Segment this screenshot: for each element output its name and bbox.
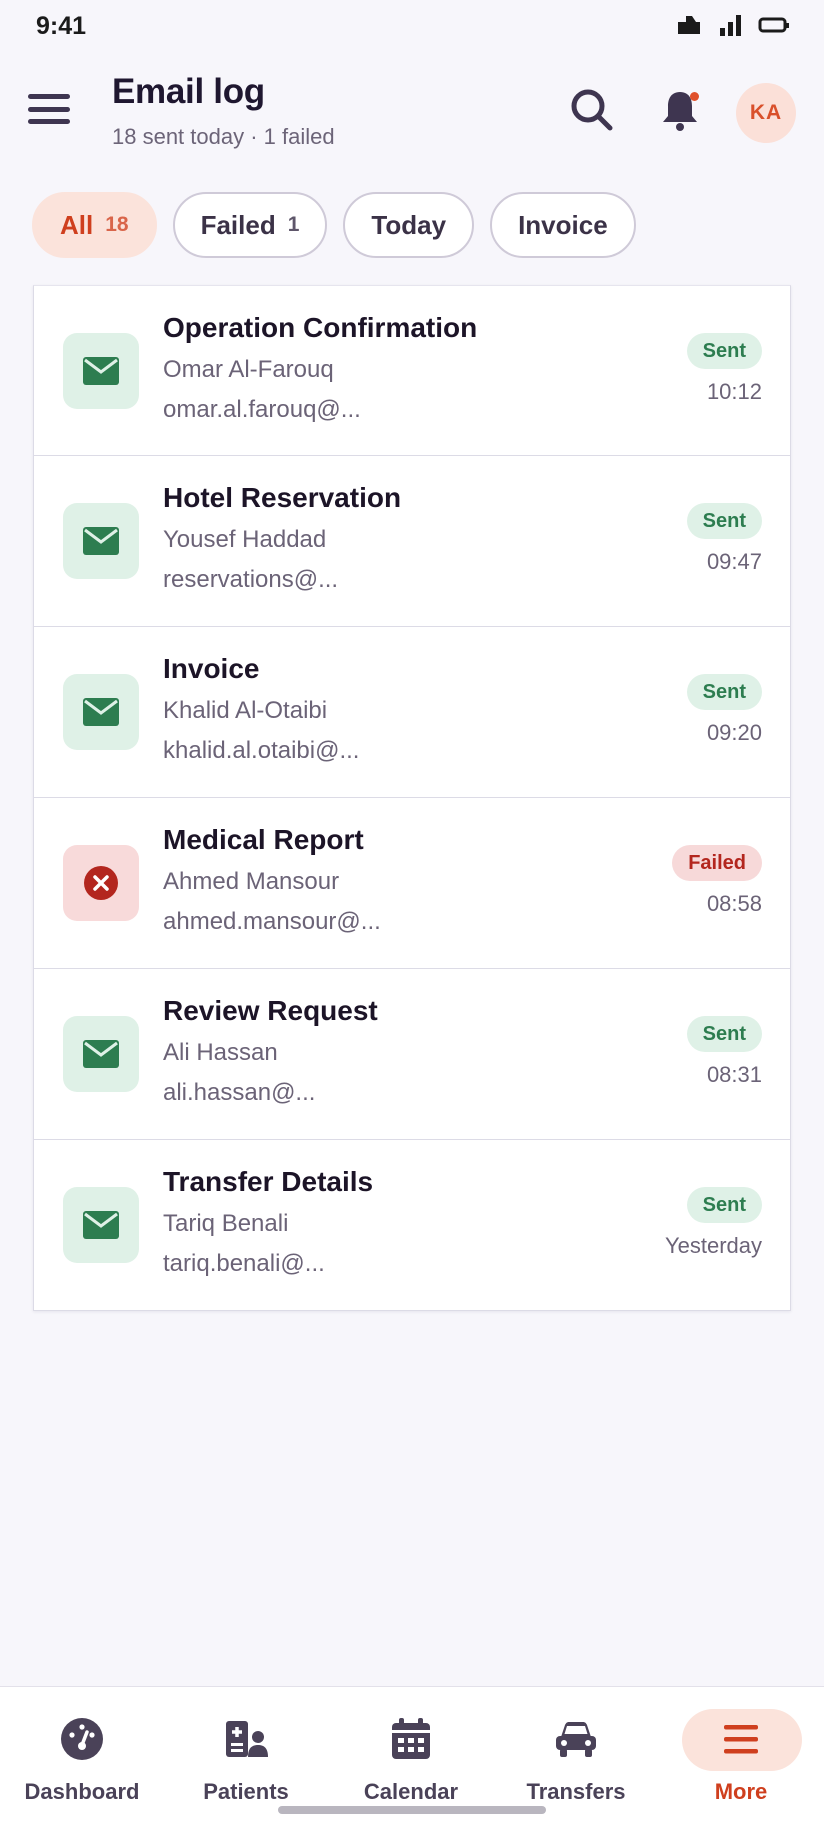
filter-chip-failed[interactable]: Failed 1 [172,192,328,258]
sent-time: 08:31 [706,1062,762,1087]
sent-time: 10:12 [706,379,762,404]
status-badge: Sent [686,333,762,369]
more-icon [724,1725,758,1754]
avatar[interactable]: KA [736,83,796,143]
mail-icon [63,333,139,409]
status-badge: Failed [672,845,762,881]
recipient-name: Ahmed Mansour [163,868,340,895]
car-icon [556,1722,596,1757]
mail-icon [63,503,139,579]
mail-icon [63,674,139,750]
menu-icon[interactable] [28,88,70,130]
recipient-email: khalid.al.otaibi@... [163,737,360,764]
status-badge: Sent [686,1016,762,1052]
sent-time: Yesterday [664,1233,762,1258]
recipient-email: reservations@... [163,566,339,593]
nav-label: More [714,1779,768,1804]
status-icons [674,12,790,38]
sent-time: 09:47 [706,549,762,574]
email-list: Operation Confirmation Omar Al-Farouq om… [33,285,791,1311]
nav-label: Patients [203,1779,289,1804]
email-subject: Invoice [163,653,260,684]
search-icon[interactable] [568,86,616,134]
chip-count: 18 [105,213,129,236]
status-badge: Sent [686,503,762,539]
notification-dot [690,92,699,101]
email-row[interactable]: Review Request Ali Hassan ali.hassan@...… [33,969,791,1140]
recipient-name: Khalid Al-Otaibi [163,697,328,724]
chip-label: Failed [200,209,276,240]
filter-chip-invoice[interactable]: Invoice [490,192,636,258]
patients-icon [226,1721,268,1757]
status-badge: Sent [686,1187,762,1223]
email-subject: Review Request [163,995,378,1026]
email-row[interactable]: Medical Report Ahmed Mansour ahmed.manso… [33,798,791,969]
chip-label: All [60,209,94,240]
nav-item-more[interactable]: More [659,1687,823,1831]
recipient-email: tariq.benali@... [163,1250,325,1277]
error-icon [63,845,139,921]
recipient-email: ali.hassan@... [163,1079,316,1106]
recipient-name: Yousef Haddad [163,526,327,553]
sent-time: 09:20 [706,720,762,745]
chip-count: 1 [287,213,300,236]
email-subject: Hotel Reservation [163,482,402,513]
home-indicator [278,1806,546,1814]
battery-icon [758,17,789,33]
filter-chip-today[interactable]: Today [343,192,475,258]
nav-label: Transfers [526,1779,626,1804]
status-bar: 9:41 [0,0,824,56]
sent-time: 08:58 [706,891,762,916]
signal-icon [720,15,741,36]
email-subject: Medical Report [163,824,364,855]
nav-item-dashboard[interactable]: Dashboard [0,1687,164,1831]
dashboard-icon [61,1718,103,1760]
recipient-name: Tariq Benali [163,1210,289,1237]
notification-status-icon [678,16,700,34]
email-subject: Operation Confirmation [163,312,478,343]
mail-icon [63,1187,139,1263]
mail-icon [63,1016,139,1092]
nav-label: Calendar [363,1779,459,1804]
recipient-email: ahmed.mansour@... [163,908,381,935]
chip-label: Invoice [518,209,608,240]
email-row[interactable]: Operation Confirmation Omar Al-Farouq om… [33,285,791,456]
email-row[interactable]: Invoice Khalid Al-Otaibi khalid.al.otaib… [33,627,791,798]
filter-chip-all[interactable]: All 18 [32,192,157,258]
recipient-email: omar.al.farouq@... [163,396,361,423]
filter-chips: All 18 Failed 1 Today Invoice [32,192,636,258]
status-time: 9:41 [36,12,87,40]
chip-label: Today [371,209,447,240]
recipient-name: Ali Hassan [163,1039,278,1066]
page-title: Email log [112,72,265,111]
status-badge: Sent [686,674,762,710]
app-header: Email log 18 sent today · 1 failed [0,60,824,170]
email-subject: Transfer Details [163,1166,374,1197]
nav-label: Dashboard [24,1779,140,1804]
email-row[interactable]: Hotel Reservation Yousef Haddad reservat… [33,456,791,627]
page-subtitle: 18 sent today · 1 failed [112,124,335,149]
calendar-icon [392,1718,430,1759]
recipient-name: Omar Al-Farouq [163,356,334,383]
email-row[interactable]: Transfer Details Tariq Benali tariq.bena… [33,1140,791,1311]
